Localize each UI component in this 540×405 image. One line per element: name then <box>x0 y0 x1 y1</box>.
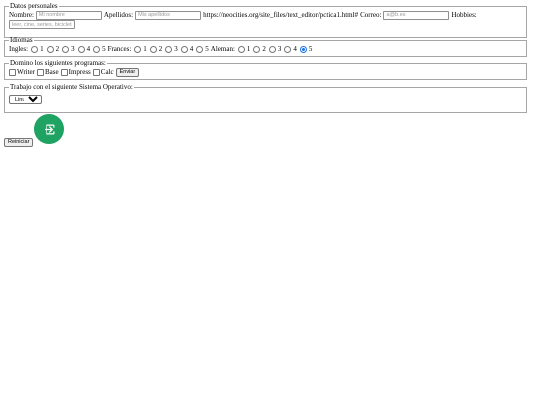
programa-label: Calc <box>100 68 114 76</box>
apellidos-input[interactable] <box>135 10 202 20</box>
sistema-select[interactable]: Linux <box>9 95 42 104</box>
idioma-radio-label: 4 <box>293 45 297 53</box>
programa-label: Writer <box>17 68 35 76</box>
idiomas-row: Ingles: 1 2 3 4 5 Frances: 1 2 3 4 5 Aleman: 1 2 3 4 5 <box>9 44 522 54</box>
programa-checkbox[interactable] <box>37 68 44 76</box>
login-icon <box>44 124 54 134</box>
hobbies-label: Hobbies: <box>451 11 477 19</box>
programa-label: Base <box>45 68 59 76</box>
idioma-label: Aleman: <box>210 45 235 53</box>
idioma-radio-label: 5 <box>102 45 106 53</box>
idioma-radio[interactable] <box>253 45 261 53</box>
idioma-radio-label: 5 <box>205 45 209 53</box>
idioma-radio[interactable] <box>196 45 204 53</box>
datos-personales-fieldset: Datos personales Nombre: Apellidos: http… <box>4 2 527 38</box>
idioma-radio[interactable] <box>134 45 142 53</box>
idioma-radio[interactable] <box>149 45 157 53</box>
idioma-label: Frances: <box>107 45 132 53</box>
sistema-legend: Trabajo con el siguiente Sistema Operati… <box>10 83 133 91</box>
idioma-radio[interactable] <box>165 45 173 53</box>
nombre-input[interactable] <box>35 10 102 20</box>
idioma-radio[interactable] <box>284 45 292 53</box>
url-text: https://neocities.org/site_files/text_ed… <box>203 11 359 19</box>
datos-personales-legend: Datos personales <box>10 2 58 10</box>
idioma-radio[interactable] <box>62 45 70 53</box>
correo-input[interactable] <box>383 10 450 20</box>
idioma-radio[interactable] <box>299 45 307 53</box>
programas-row: Writer Base Impress Calc Enviar <box>9 67 522 77</box>
idioma-radio-label: 2 <box>262 45 266 53</box>
idioma-radio-label: 3 <box>71 45 75 53</box>
idioma-radio-label: 4 <box>189 45 194 53</box>
idioma-radio-label: 1 <box>143 45 147 53</box>
idioma-radio-label: 1 <box>40 45 44 53</box>
idioma-radio-label: 1 <box>246 45 251 53</box>
correo-label: Correo: <box>360 11 382 19</box>
apellidos-label: Apellidos: <box>103 11 134 19</box>
programas-fieldset: Domino los siguientes programas: Writer B… <box>4 59 527 80</box>
idioma-radio[interactable] <box>31 45 39 53</box>
idioma-radio[interactable] <box>268 45 276 53</box>
login-fab-button[interactable] <box>34 114 64 144</box>
nombre-label: Nombre: <box>9 11 34 19</box>
programa-checkbox[interactable] <box>9 68 16 76</box>
idioma-radio-label: 4 <box>86 45 91 53</box>
idioma-radio[interactable] <box>77 45 85 53</box>
enviar-button[interactable]: Enviar <box>115 67 140 77</box>
idioma-radio-label: 3 <box>174 45 178 53</box>
idiomas-legend: Idiomas <box>10 36 33 44</box>
programa-checkbox[interactable] <box>92 68 100 76</box>
idioma-radio-label: 2 <box>158 45 163 53</box>
idioma-radio[interactable] <box>237 45 245 53</box>
idioma-radio[interactable] <box>93 45 101 53</box>
idioma-radio-label: 3 <box>277 45 282 53</box>
idioma-radio-label: 5 <box>308 45 313 53</box>
programa-checkbox[interactable] <box>60 68 68 76</box>
idioma-radio[interactable] <box>46 45 54 53</box>
idioma-radio[interactable] <box>180 45 188 53</box>
programa-label: Impress <box>68 68 91 76</box>
hobbies-input[interactable] <box>9 20 75 29</box>
idiomas-fieldset: Idiomas Ingles: 1 2 3 4 5 Frances: 1 2 3 4 5 Aleman:… <box>4 36 527 57</box>
reiniciar-button[interactable]: Reiniciar <box>4 138 34 147</box>
idioma-label: Ingles: <box>9 45 29 53</box>
sistema-fieldset: Trabajo con el siguiente Sistema Operati… <box>4 83 527 113</box>
idioma-radio-label: 2 <box>55 45 60 53</box>
programas-legend: Domino los siguientes programas: <box>10 59 106 67</box>
